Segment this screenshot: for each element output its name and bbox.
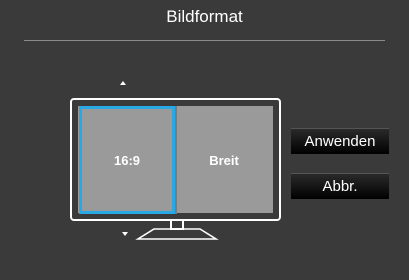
page-title: Bildformat xyxy=(166,7,243,26)
monitor-stand-icon xyxy=(135,228,219,240)
down-arrow-icon[interactable] xyxy=(122,232,128,236)
option-16-9-label: 16:9 xyxy=(113,152,141,168)
up-arrow-icon[interactable] xyxy=(120,81,126,85)
cancel-button[interactable]: Abbr. xyxy=(291,173,389,199)
title-divider xyxy=(24,40,385,41)
option-16-9[interactable]: 16:9 xyxy=(79,106,175,214)
option-breit[interactable]: Breit xyxy=(175,106,273,214)
osd-panel: Bildformat 16:9 Breit Anwenden Abbr. xyxy=(0,0,409,280)
apply-button[interactable]: Anwenden xyxy=(291,128,389,154)
option-breit-label: Breit xyxy=(209,152,239,168)
